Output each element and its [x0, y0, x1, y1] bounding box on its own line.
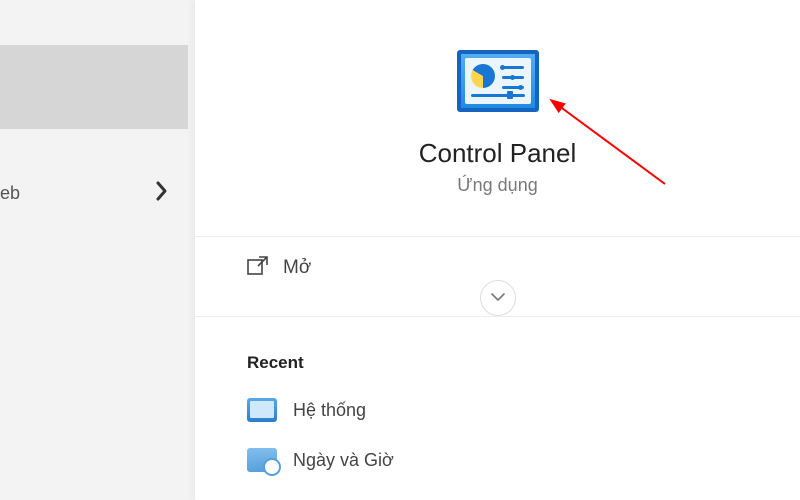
- chevron-down-icon: [490, 289, 506, 307]
- open-action-row[interactable]: Mở: [195, 237, 800, 298]
- control-panel-icon: [457, 50, 539, 112]
- open-icon: [247, 255, 269, 280]
- app-title: Control Panel: [195, 138, 800, 169]
- recent-item-label: Ngày và Giờ: [293, 450, 394, 471]
- result-details-pane: Control Panel Ứng dụng Mở Recent Hệ thốn…: [195, 0, 800, 500]
- sidebar-partial-label: eb: [0, 183, 16, 204]
- app-hero[interactable]: Control Panel Ứng dụng: [195, 0, 800, 236]
- chevron-right-icon[interactable]: [155, 180, 169, 202]
- sidebar: eb: [0, 0, 195, 500]
- recent-item-date-time[interactable]: Ngày và Giờ: [247, 441, 800, 479]
- date-time-icon: [247, 448, 277, 472]
- system-icon: [247, 398, 277, 422]
- expand-button[interactable]: [480, 280, 516, 316]
- recent-item-label: Hệ thống: [293, 400, 366, 421]
- recent-item-system[interactable]: Hệ thống: [247, 391, 800, 429]
- app-subtitle: Ứng dụng: [195, 175, 800, 196]
- recent-section: Recent Hệ thống Ngày và Giờ: [195, 317, 800, 479]
- recent-heading: Recent: [247, 353, 800, 373]
- sidebar-selected-item[interactable]: [0, 45, 188, 129]
- open-label: Mở: [283, 257, 311, 279]
